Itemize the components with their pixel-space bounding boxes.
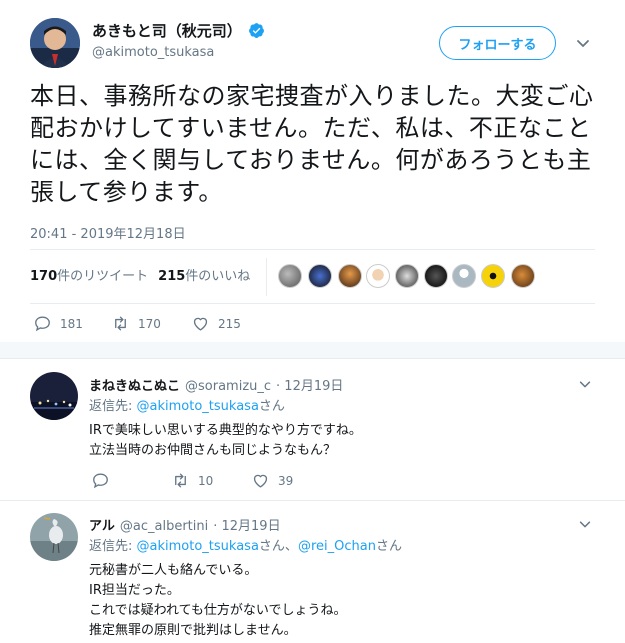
like-count: 215 xyxy=(158,269,186,284)
reply-to-mention[interactable]: @akimoto_tsukasa xyxy=(137,399,259,414)
reply-text-line: 立法当時のお仲間さんも同じようなもん？ xyxy=(89,443,337,458)
verified-badge-icon xyxy=(248,23,264,38)
stats-separator xyxy=(266,258,267,296)
thread-gap xyxy=(0,342,625,358)
reply-icon xyxy=(93,473,108,489)
liker-avatar[interactable] xyxy=(338,264,362,288)
heart-icon xyxy=(253,474,268,488)
chevron-down-icon[interactable] xyxy=(578,517,592,531)
reply-text-line: 推定無罪の原則で批判はしません。 xyxy=(89,623,297,638)
heart-icon xyxy=(193,317,208,331)
liker-avatar[interactable] xyxy=(424,264,448,288)
divider xyxy=(30,249,595,250)
tweet-timestamp[interactable]: 20:41 - 2019年12月18日 xyxy=(30,223,186,242)
reply-author-name[interactable]: アル xyxy=(89,515,115,534)
retweet-count: 10 xyxy=(198,473,214,488)
like-action[interactable]: 215 xyxy=(191,314,241,333)
divider xyxy=(0,358,625,359)
like-action[interactable]: 39 xyxy=(251,471,293,490)
retweet-icon xyxy=(115,316,126,331)
reply-date[interactable]: · 12月19日 xyxy=(276,375,343,394)
reply-count: 181 xyxy=(60,316,83,331)
reply-author-handle[interactable]: @soramizu_c xyxy=(185,379,271,394)
liker-avatar[interactable] xyxy=(481,264,505,288)
retweet-icon xyxy=(175,473,186,488)
reply-header: アル @ac_albertini · 12月19日 xyxy=(89,515,281,534)
reply-to-line: 返信先: @akimoto_tsukasaさん xyxy=(89,397,285,416)
reply-to-mention[interactable]: @akimoto_tsukasa xyxy=(137,539,259,554)
reply-avatar[interactable] xyxy=(30,513,78,561)
author-handle[interactable]: @akimoto_tsukasa xyxy=(92,45,214,60)
reply-author-handle[interactable]: @ac_albertini xyxy=(120,519,208,534)
tweet-stats: 170件のリツイート 215件のいいね xyxy=(30,265,250,284)
reply-to-mention[interactable]: @rei_Ochan xyxy=(298,539,376,554)
chevron-down-icon[interactable] xyxy=(578,377,592,391)
follow-button[interactable]: フォローする xyxy=(439,26,556,60)
reply-to-line: 返信先: @akimoto_tsukasaさん、@rei_Ochanさん xyxy=(89,537,402,556)
liker-avatar[interactable] xyxy=(395,264,419,288)
author-display-name[interactable]: あきもと司（秋元司） xyxy=(92,20,242,41)
reply-icon xyxy=(35,316,50,332)
reply-text-line: IR担当だった。 xyxy=(89,583,180,598)
reply-to-suffix: さん、 xyxy=(258,539,298,554)
author-name-row[interactable]: あきもと司（秋元司） xyxy=(92,20,265,41)
divider xyxy=(30,303,595,304)
liker-avatar[interactable] xyxy=(278,264,302,288)
reply-action[interactable] xyxy=(91,471,118,490)
liker-avatar[interactable] xyxy=(452,264,476,288)
reply-text-line: 元秘書が二人も絡んでいる。 xyxy=(89,563,258,578)
reply-author-name[interactable]: まねきぬこぬこ xyxy=(89,375,180,394)
reply-header: まねきぬこぬこ @soramizu_c · 12月19日 xyxy=(89,375,343,394)
reply-to-suffix: さん xyxy=(375,539,402,554)
reply-text-line: これでは疑われても仕方がないでしょうね。 xyxy=(89,603,347,618)
liker-avatar[interactable] xyxy=(511,264,535,288)
author-avatar[interactable] xyxy=(30,18,80,68)
like-stat-label: 件のいいね xyxy=(185,269,251,284)
reply-date[interactable]: · 12月19日 xyxy=(213,515,280,534)
retweet-action[interactable]: 10 xyxy=(171,471,213,490)
like-count: 39 xyxy=(278,473,294,488)
retweet-action[interactable]: 170 xyxy=(111,314,161,333)
like-stat[interactable]: 215件のいいね xyxy=(158,265,250,284)
chevron-down-icon[interactable] xyxy=(575,35,591,51)
reply-avatar[interactable] xyxy=(30,372,78,420)
like-count-action: 215 xyxy=(218,316,241,331)
reply-to-suffix: さん xyxy=(258,399,285,414)
retweet-count: 170 xyxy=(30,269,58,284)
reply-to-prefix: 返信先: xyxy=(89,539,133,554)
tweet-text: 本日、事務所なの家宅捜査が入りました。大変ご心配おかけしてすいません。ただ、私は… xyxy=(30,82,594,206)
liker-avatar[interactable] xyxy=(308,264,332,288)
retweet-stat-label: 件のリツイート xyxy=(57,269,149,284)
reply-action[interactable]: 181 xyxy=(33,314,83,333)
divider xyxy=(0,500,625,501)
reply-to-prefix: 返信先: xyxy=(89,399,133,414)
reply-text-line: IRで美味しい思いする典型的なやり方ですね。 xyxy=(89,423,362,438)
liker-avatar[interactable] xyxy=(366,264,390,288)
retweet-count: 170 xyxy=(138,316,161,331)
retweet-stat[interactable]: 170件のリツイート xyxy=(30,265,148,284)
